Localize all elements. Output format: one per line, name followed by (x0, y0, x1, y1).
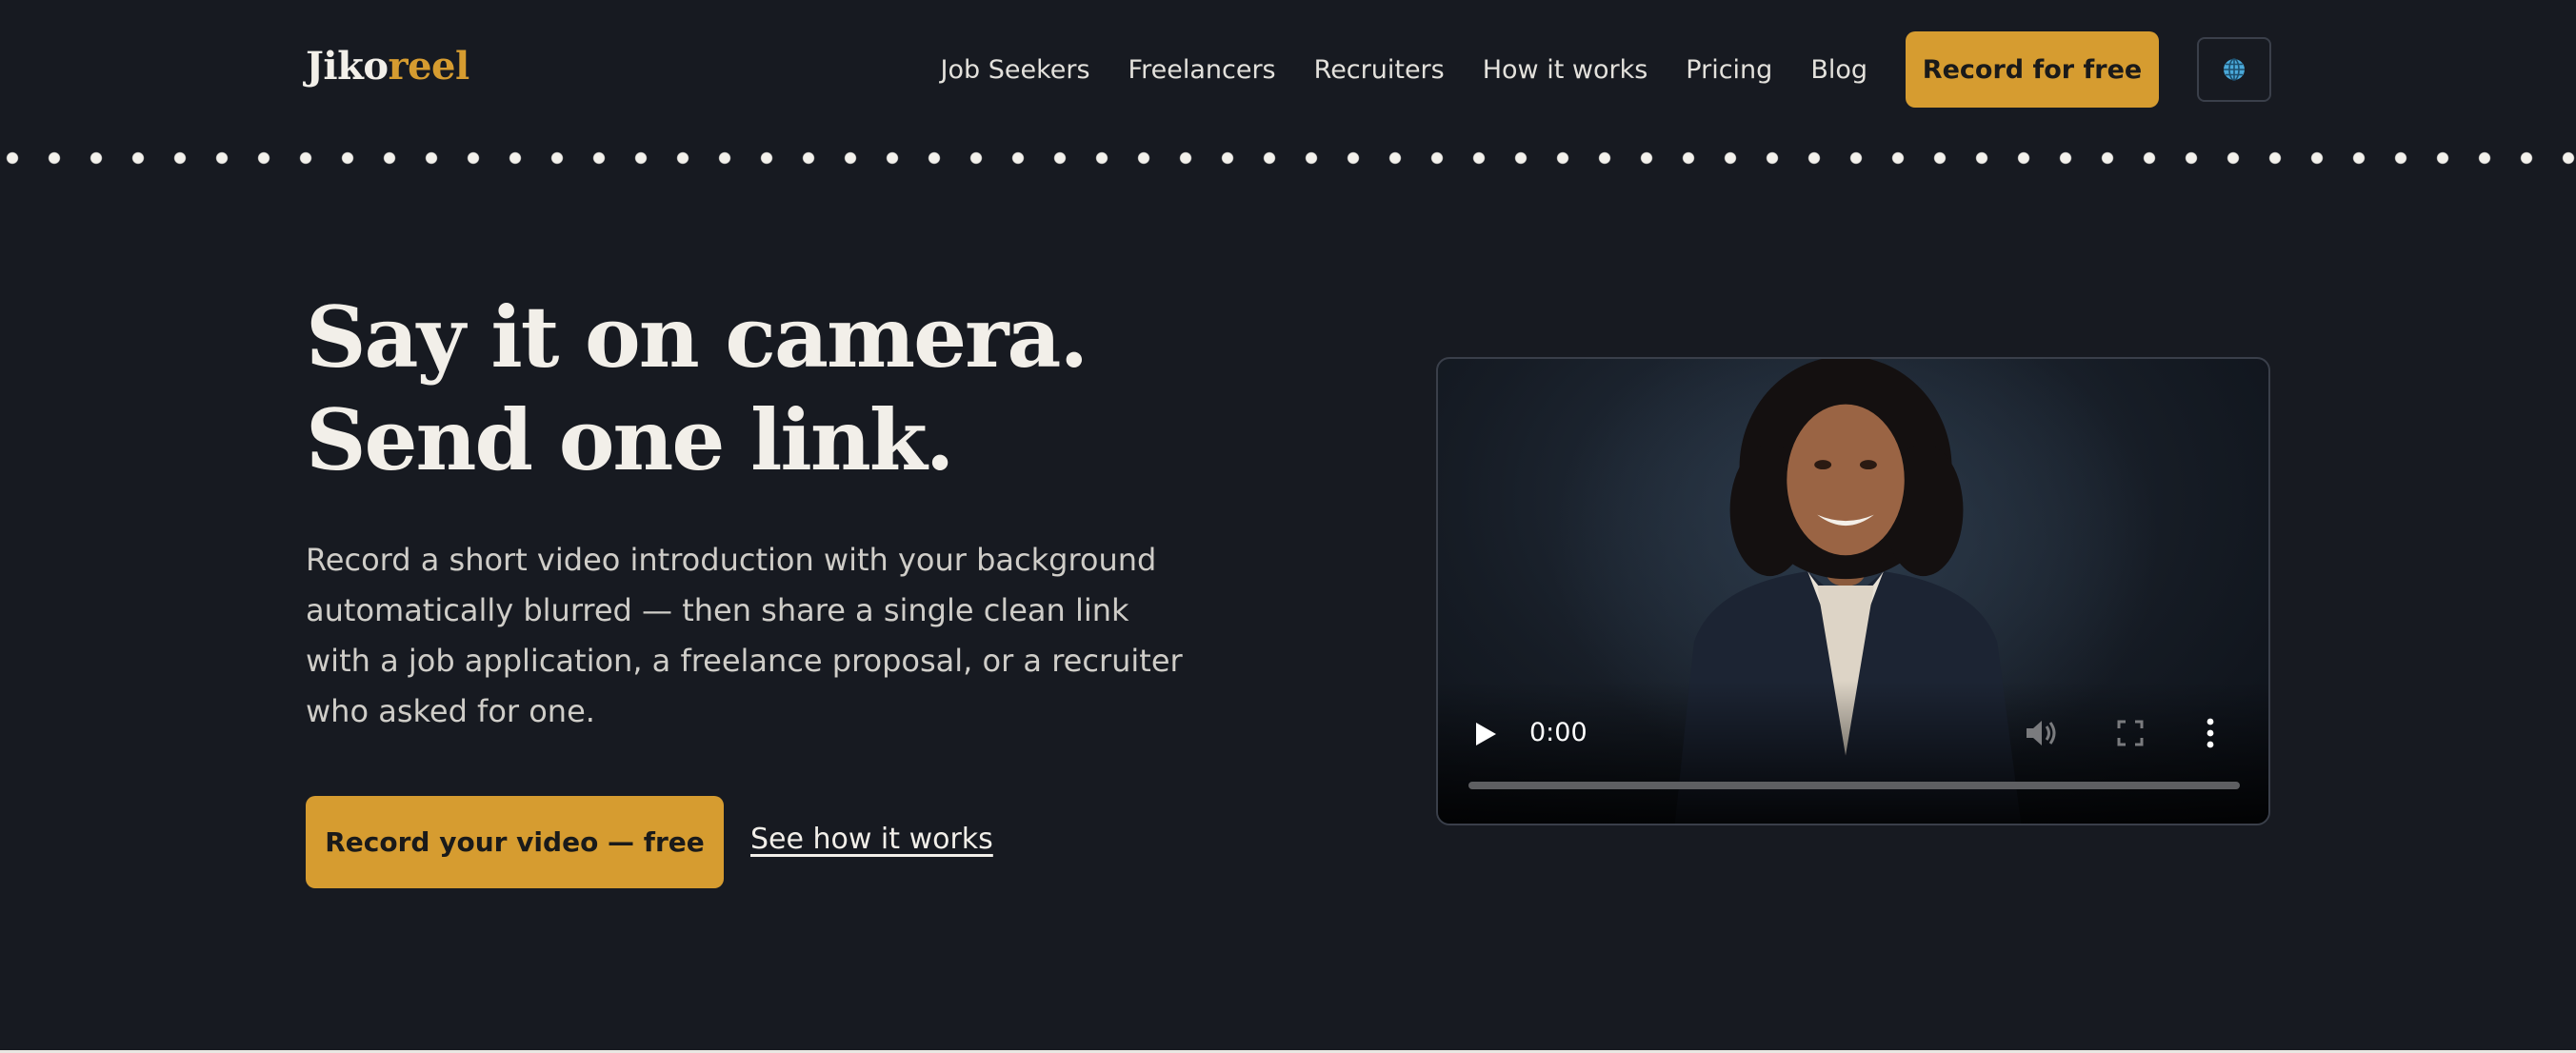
logo[interactable]: Jikoreel (306, 38, 469, 95)
hero-title: Say it on camera. Send one link. (306, 286, 1088, 491)
nav-link-blog[interactable]: Blog (1810, 55, 1867, 85)
nav-link-job-seekers[interactable]: Job Seekers (941, 55, 1090, 85)
language-button[interactable] (2197, 37, 2271, 102)
hero-description: Record a short video introduction with y… (306, 542, 1183, 729)
nav-link-how-it-works[interactable]: How it works (1483, 55, 1648, 85)
nav-link-pricing[interactable]: Pricing (1686, 55, 1772, 85)
dotted-divider (0, 150, 2576, 166)
fullscreen-icon[interactable] (2116, 719, 2145, 747)
play-icon[interactable] (1472, 720, 1499, 748)
main-nav: Job Seekers Freelancers Recruiters How i… (941, 31, 2271, 108)
site-header: Jikoreel Job Seekers Freelancers Recruit… (0, 0, 2576, 141)
volume-icon[interactable] (2023, 716, 2061, 750)
hero-title-line-1: Say it on camera. (306, 288, 1088, 387)
see-how-it-works-link[interactable]: See how it works (750, 823, 993, 856)
logo-text-primary: Jiko (306, 44, 389, 89)
nav-link-freelancers[interactable]: Freelancers (1128, 55, 1276, 85)
hero-title-line-2: Send one link. (306, 390, 954, 489)
record-video-button[interactable]: Record your video — free (306, 796, 724, 888)
intro-video-player[interactable]: 0:00 (1436, 357, 2270, 825)
logo-text-accent: reel (388, 44, 470, 89)
video-controls-shade (1438, 681, 2268, 824)
record-for-free-button[interactable]: Record for free (1906, 31, 2159, 108)
video-time: 0:00 (1529, 718, 1588, 747)
more-options-icon[interactable] (2204, 717, 2217, 749)
nav-link-recruiters[interactable]: Recruiters (1314, 55, 1445, 85)
video-progress-bar[interactable] (1468, 782, 2240, 789)
globe-icon (2224, 58, 2245, 81)
